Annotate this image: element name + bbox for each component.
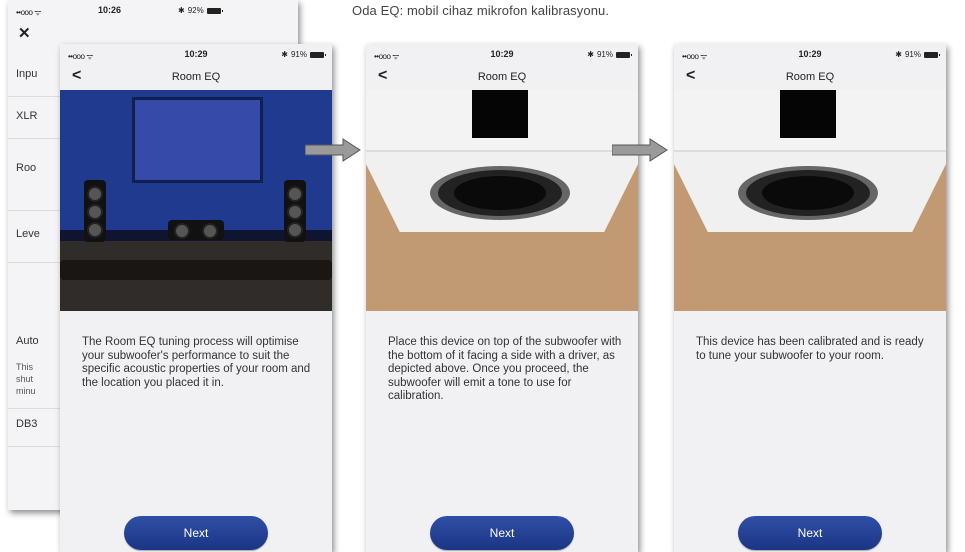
battery-icon xyxy=(924,51,940,58)
signal-indicator: ••ooo ᯤ xyxy=(16,8,41,17)
battery-percent: 92% xyxy=(187,6,204,15)
subwoofer-placement-image xyxy=(674,90,946,311)
nav-title: Room EQ xyxy=(171,71,221,83)
bluetooth-icon: ✱ xyxy=(281,50,288,59)
bluetooth-icon: ✱ xyxy=(895,50,902,59)
divider xyxy=(8,408,68,409)
divider xyxy=(8,446,68,447)
divider xyxy=(8,96,68,97)
subwoofer-placement-image xyxy=(366,90,638,311)
battery-percent: 91% xyxy=(290,50,307,59)
auto-desc-line: shut xyxy=(16,374,34,384)
arrow-right-icon xyxy=(612,138,668,162)
figure-caption: Oda EQ: mobil cihaz mikrofon kalibrasyon… xyxy=(352,3,610,18)
divider xyxy=(8,138,68,139)
divider xyxy=(8,210,68,211)
arrow-right-icon xyxy=(305,138,361,162)
status-bar: ••ooo ᯤ 10:26 ✱ 92% xyxy=(8,0,298,20)
calibrated-description: This device has been calibrated and is r… xyxy=(696,336,924,362)
nav-bar: < Room EQ xyxy=(60,64,332,90)
auto-desc-line: minu xyxy=(16,386,36,396)
close-icon[interactable]: ✕ xyxy=(18,24,31,42)
battery-status: ✱ 91% xyxy=(281,50,326,59)
home-theater-image xyxy=(60,90,332,311)
battery-icon xyxy=(616,51,632,58)
nav-title: Room EQ xyxy=(477,71,527,83)
bluetooth-icon: ✱ xyxy=(178,6,185,15)
room-eq-placement-screen: ••ooo ᯤ 10:29 ✱ 91% < Room EQ Place this… xyxy=(366,44,638,552)
battery-status: ✱ 92% xyxy=(178,6,223,15)
battery-status: ✱ 91% xyxy=(587,50,632,59)
next-button[interactable]: Next xyxy=(738,516,882,550)
bluetooth-icon: ✱ xyxy=(587,50,594,59)
room-eq-intro-screen: ••ooo ᯤ 10:29 ✱ 91% < Room EQ The Room E… xyxy=(60,44,332,552)
intro-description: The Room EQ tuning process will optimise… xyxy=(82,336,311,389)
battery-percent: 91% xyxy=(904,50,921,59)
status-bar: ••ooo ᯤ 10:29 ✱ 91% xyxy=(60,44,332,64)
battery-percent: 91% xyxy=(596,50,613,59)
auto-desc-line: This xyxy=(16,362,34,372)
divider xyxy=(8,262,68,263)
placement-description: Place this device on top of the subwoofe… xyxy=(388,336,622,402)
battery-status: ✱ 91% xyxy=(895,50,940,59)
status-bar: ••ooo ᯤ 10:29 ✱ 91% xyxy=(674,44,946,64)
battery-icon xyxy=(206,7,223,14)
next-button[interactable]: Next xyxy=(430,516,574,550)
nav-bar: < Room EQ xyxy=(366,64,638,90)
status-bar: ••ooo ᯤ 10:29 ✱ 91% xyxy=(366,44,638,64)
room-eq-calibrated-screen: ••ooo ᯤ 10:29 ✱ 91% < Room EQ This devic… xyxy=(674,44,946,552)
nav-bar: < Room EQ xyxy=(674,64,946,90)
battery-icon xyxy=(310,51,326,58)
nav-title: Room EQ xyxy=(785,71,835,83)
status-time: 10:26 xyxy=(98,5,122,15)
next-button[interactable]: Next xyxy=(124,516,268,550)
